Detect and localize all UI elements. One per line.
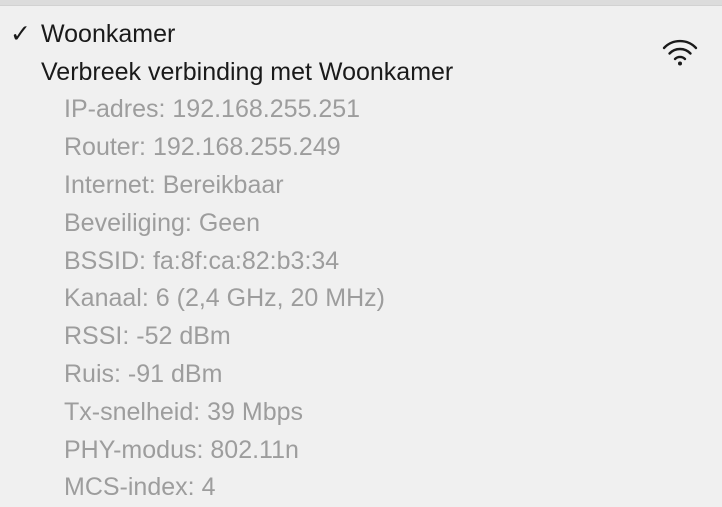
detail-internet: Internet: Bereikbaar [64,170,284,199]
detail-value: 6 (2,4 GHz, 20 MHz) [155,284,385,313]
detail-label: IP-adres [64,95,159,124]
network-item-woonkamer[interactable]: ✓ Woonkamer [0,15,722,66]
detail-value: 4 [201,473,216,502]
detail-value: 39 Mbps [207,397,304,426]
detail-mcs-index: MCS-index: 4 [64,473,216,502]
detail-value: -52 dBm [136,322,231,351]
detail-value: 192.168.255.251 [172,95,361,124]
detail-value: 192.168.255.249 [152,133,341,162]
detail-value: Bereikbaar [162,170,284,199]
detail-noise: Ruis: -91 dBm [64,359,223,388]
detail-label: BSSID [64,246,140,275]
detail-label: Router [64,133,140,162]
detail-channel: Kanaal: 6 (2,4 GHz, 20 MHz) [64,284,385,313]
detail-value: 802.11n [210,435,299,464]
disconnect-menu-item[interactable]: Verbreek verbinding met Woonkamer [0,53,722,91]
detail-rssi: RSSI: -52 dBm [64,322,231,351]
detail-label: Kanaal [64,284,142,313]
detail-label: Tx-snelheid [64,397,194,426]
detail-label: Internet [64,170,149,199]
detail-router: Router: 192.168.255.249 [64,133,341,162]
disconnect-label: Verbreek verbinding met Woonkamer [41,57,454,86]
detail-label: PHY-modus [64,435,197,464]
network-details-list: IP-adres: 192.168.255.251 Router: 192.16… [64,91,385,507]
detail-security: Beveiliging: Geen [64,208,260,237]
detail-label: Beveiliging [64,208,185,237]
detail-label: MCS-index [64,473,188,502]
network-name: Woonkamer [41,19,176,48]
checkmark-icon: ✓ [10,19,31,48]
wifi-network-menu: ✓ Woonkamer Verbreek verbinding met Woon… [0,0,722,506]
detail-label: RSSI [64,322,123,351]
detail-tx-rate: Tx-snelheid: 39 Mbps [64,397,304,426]
detail-value: Geen [198,208,260,237]
detail-label: Ruis [64,359,115,388]
detail-ip-address: IP-adres: 192.168.255.251 [64,95,361,124]
detail-value: -91 dBm [127,359,223,388]
detail-value: fa:8f:ca:82:b3:34 [152,246,340,275]
detail-phy-mode: PHY-modus: 802.11n [64,435,299,464]
detail-bssid: BSSID: fa:8f:ca:82:b3:34 [64,246,340,275]
